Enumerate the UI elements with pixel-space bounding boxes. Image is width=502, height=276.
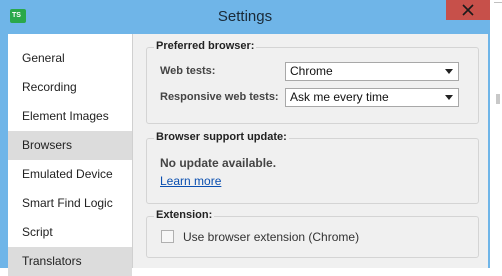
chevron-down-icon xyxy=(445,69,453,74)
extension-group: Extension: Use browser extension (Chrome… xyxy=(146,209,479,258)
browser-support-update-group: Browser support update: No update availa… xyxy=(146,131,479,204)
update-status-text: No update available. xyxy=(160,156,277,170)
sidebar-item-emulated-device[interactable]: Emulated Device xyxy=(8,160,132,189)
browser-extension-label[interactable]: Use browser extension (Chrome) xyxy=(183,230,359,244)
browser-extension-checkbox[interactable] xyxy=(161,230,174,243)
window-title: Settings xyxy=(217,8,273,25)
background-marker xyxy=(496,94,500,104)
learn-more-link[interactable]: Learn more xyxy=(160,174,221,188)
sidebar-item-browsers[interactable]: Browsers xyxy=(8,131,132,160)
browser-support-update-heading: Browser support update: xyxy=(154,131,289,143)
settings-client-area: General Recording Element Images Browser… xyxy=(8,34,488,276)
sidebar-item-element-images[interactable]: Element Images xyxy=(8,102,132,131)
settings-window: TS Settings General Recording Element Im… xyxy=(0,0,490,276)
background-window-edge xyxy=(490,0,502,268)
responsive-web-tests-label: Responsive web tests: xyxy=(160,91,279,103)
chevron-down-icon xyxy=(445,95,453,100)
extension-heading: Extension: xyxy=(154,209,215,221)
browsers-settings-panel: Preferred browser: Web tests: Chrome Res… xyxy=(132,34,488,268)
sidebar-item-recording[interactable]: Recording xyxy=(8,73,132,102)
web-tests-value: Chrome xyxy=(290,64,333,78)
web-tests-label: Web tests: xyxy=(160,65,216,77)
responsive-web-tests-select[interactable]: Ask me every time xyxy=(285,88,459,107)
settings-sidebar: General Recording Element Images Browser… xyxy=(8,34,132,276)
close-button[interactable] xyxy=(446,0,490,20)
background-divider xyxy=(494,2,502,13)
sidebar-item-general[interactable]: General xyxy=(8,44,132,73)
preferred-browser-group: Preferred browser: Web tests: Chrome Res… xyxy=(146,40,479,124)
title-bar[interactable]: TS Settings xyxy=(0,0,490,34)
close-icon xyxy=(462,4,474,16)
preferred-browser-heading: Preferred browser: xyxy=(154,40,257,52)
sidebar-item-smart-find-logic[interactable]: Smart Find Logic xyxy=(8,189,132,218)
responsive-web-tests-value: Ask me every time xyxy=(290,90,389,104)
sidebar-item-translators[interactable]: Translators xyxy=(8,247,132,276)
web-tests-select[interactable]: Chrome xyxy=(285,62,459,81)
sidebar-item-script[interactable]: Script xyxy=(8,218,132,247)
